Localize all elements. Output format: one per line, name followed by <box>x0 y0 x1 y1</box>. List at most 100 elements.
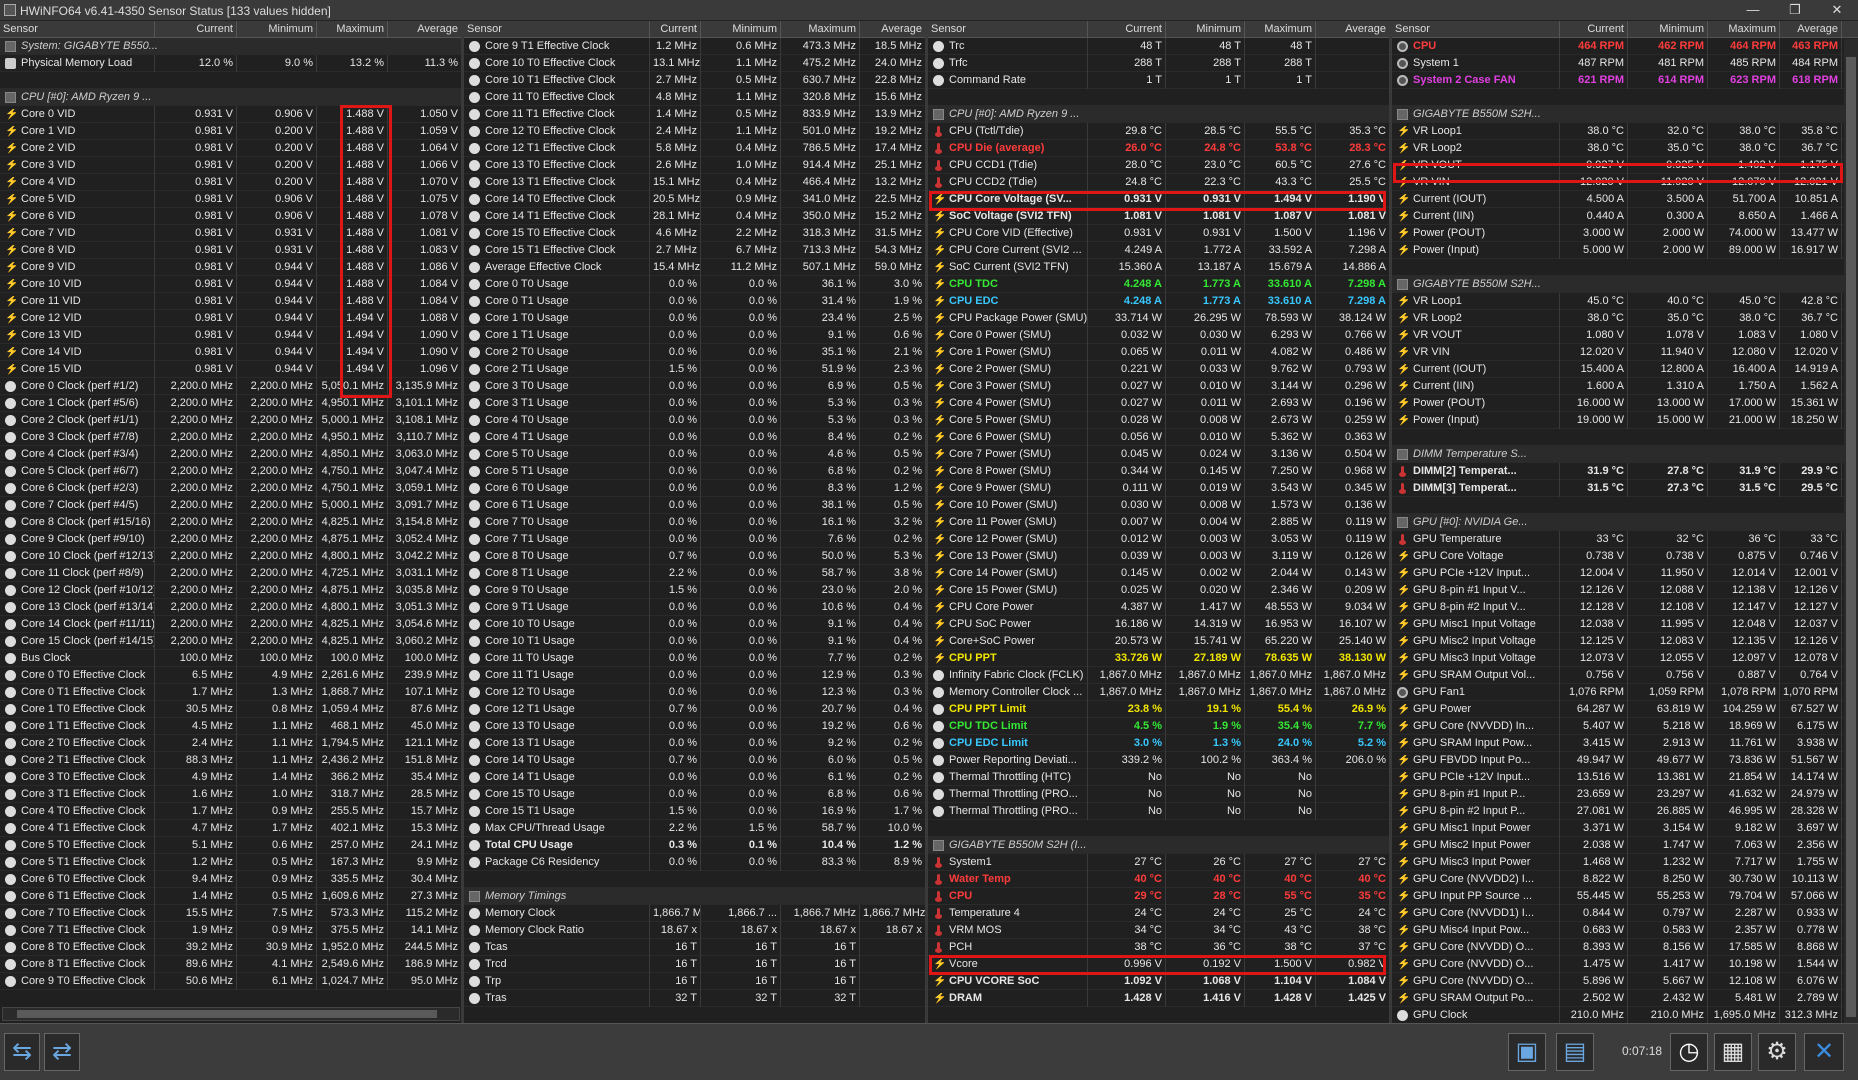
sensor-row[interactable]: GPU Misc1 Input Voltage12.038 V11.995 V1… <box>1392 616 1858 633</box>
sensor-row[interactable]: Core 1 VID0.981 V0.200 V1.488 V1.059 V <box>0 123 461 140</box>
sensor-row[interactable]: Core 14 Clock (perf #11/11) 2,200.0 MHz 2,… <box>0 616 461 633</box>
sensor-row[interactable]: Core 11 Clock (perf #8/9) 2,200.0 MHz 2,20… <box>0 565 461 582</box>
sensor-row[interactable]: Core 2 Power (SMU)0.221 W0.033 W9.762 W0… <box>928 361 1389 378</box>
sensor-row[interactable]: Water Temp 40 °C 40 °C 40 °C 40 °C <box>928 871 1389 888</box>
sensor-row[interactable]: Core 10 T1 Usage 0.0 % 0.0 % 9.1 % 0.4 % <box>464 633 925 650</box>
sensor-row[interactable]: GPU SRAM Output Po...2.502 W2.432 W5.481… <box>1392 990 1858 1007</box>
sensor-row[interactable]: Core 0 T0 Effective Clock 6.5 MHz 4.9 MHz 2… <box>0 667 461 684</box>
sensor-row[interactable]: Core 15 T0 Effective Clock 4.6 MHz 2.2 MHz… <box>464 225 925 242</box>
sensor-row[interactable]: GPU Power64.287 W63.819 W104.259 W67.527… <box>1392 701 1858 718</box>
sensor-row[interactable]: Core 5 T0 Usage 0.0 % 0.0 % 4.6 % 0.5 % <box>464 446 925 463</box>
sensor-row[interactable]: Memory Clock1,866.7 MHz1,866.7 ...1,866.… <box>464 905 925 922</box>
sensor-row[interactable]: Memory Controller Clock ... 1,867.0 MHz 1,… <box>928 684 1389 701</box>
network-icon[interactable]: ▣ <box>1508 1033 1546 1071</box>
sensor-row[interactable]: Package C6 Residency 0.0 % 0.0 % 83.3 % 8.9 … <box>464 854 925 871</box>
sensor-group-header[interactable]: GPU [#0]: NVIDIA Ge... <box>1392 514 1858 531</box>
sensor-row[interactable]: Core 13 T1 Effective Clock 15.1 MHz 0.4 MH… <box>464 174 925 191</box>
column-header-average[interactable]: Average <box>860 21 925 38</box>
column-header-current[interactable]: Current <box>650 21 701 38</box>
maximize-button[interactable]: ❐ <box>1774 0 1816 21</box>
column-header-maximum[interactable]: Maximum <box>781 21 860 38</box>
sensor-row[interactable]: Core 10 Power (SMU)0.030 W0.008 W1.573 W… <box>928 497 1389 514</box>
sensor-row[interactable]: System 1 487 RPM 481 RPM 485 RPM 484 RPM <box>1392 55 1858 72</box>
sensor-row[interactable]: Core 9 Clock (perf #9/10) 2,200.0 MHz 2,20… <box>0 531 461 548</box>
sensor-row[interactable]: Core 2 VID0.981 V0.200 V1.488 V1.064 V <box>0 140 461 157</box>
sensor-row[interactable]: Core 13 T1 Usage 0.0 % 0.0 % 9.2 % 0.2 % <box>464 735 925 752</box>
monitor-icon[interactable]: ▤ <box>1556 1033 1594 1071</box>
scrollbar-thumb[interactable] <box>17 1010 437 1018</box>
sensor-row[interactable]: Core 15 Power (SMU)0.025 W0.020 W2.346 W… <box>928 582 1389 599</box>
sensor-row[interactable]: CPU Core VID (Effective)0.931 V0.931 V1.… <box>928 225 1389 242</box>
sensor-row[interactable]: GPU 8-pin #1 Input P...23.659 W23.297 W4… <box>1392 786 1858 803</box>
sensor-row[interactable]: GPU PCIe +12V Input...13.516 W13.381 W21… <box>1392 769 1858 786</box>
column-header-average[interactable]: Average <box>1780 21 1842 38</box>
sensor-row[interactable]: Core 3 VID0.981 V0.200 V1.488 V1.066 V <box>0 157 461 174</box>
sensor-row[interactable]: GPU Misc4 Input Pow...0.683 W0.583 W2.35… <box>1392 922 1858 939</box>
sensor-row[interactable]: Power (Input)5.000 W2.000 W89.000 W16.91… <box>1392 242 1858 259</box>
sensor-row[interactable]: Core 10 Clock (perf #12/13) 2,200.0 MHz 2,… <box>0 548 461 565</box>
sensor-row[interactable]: VR VOUT1.080 V1.078 V1.083 V1.080 V <box>1392 327 1858 344</box>
sensor-row[interactable]: GPU Core (NVVDD2) I...8.822 W8.250 W30.7… <box>1392 871 1858 888</box>
sensor-row[interactable]: GPU SRAM Output Vol...0.756 V0.756 V0.88… <box>1392 667 1858 684</box>
sensor-row[interactable]: Core 6 Power (SMU)0.056 W0.010 W5.362 W0… <box>928 429 1389 446</box>
sensor-row[interactable]: Core 8 Clock (perf #15/16) 2,200.0 MHz 2,2… <box>0 514 461 531</box>
sensor-row[interactable]: DIMM[2] Temperat... 31.9 °C 27.8 °C 31.9 °C… <box>1392 463 1858 480</box>
sensor-row[interactable]: CPU VCORE SoC1.092 V1.068 V1.104 V1.084 … <box>928 973 1389 990</box>
sensor-row[interactable]: GPU Core (NVVDD) O...5.896 W5.667 W12.10… <box>1392 973 1858 990</box>
sensor-row[interactable]: Core 6 VID0.981 V0.906 V1.488 V1.078 V <box>0 208 461 225</box>
sensor-row[interactable]: Core 9 T0 Effective Clock 50.6 MHz 6.1 MHz… <box>0 973 461 990</box>
sensor-row[interactable]: Core 15 T1 Effective Clock 2.7 MHz 6.7 MHz… <box>464 242 925 259</box>
sensor-row[interactable]: Core 15 VID0.981 V0.944 V1.494 V1.096 V <box>0 361 461 378</box>
sensor-row[interactable]: Power Reporting Deviati... 339.2 % 100.2 %… <box>928 752 1389 769</box>
sensor-row[interactable]: Core 12 Clock (perf #10/12) 2,200.0 MHz 2,… <box>0 582 461 599</box>
sensor-row[interactable]: Core 11 T0 Effective Clock 4.8 MHz 1.1 MHz… <box>464 89 925 106</box>
sensor-row[interactable]: Core 9 Power (SMU)0.111 W0.019 W3.543 W0… <box>928 480 1389 497</box>
sensor-row[interactable]: Core 8 Power (SMU)0.344 W0.145 W7.250 W0… <box>928 463 1389 480</box>
sensor-row[interactable]: Core 1 T1 Effective Clock 4.5 MHz 1.1 MHz 4… <box>0 718 461 735</box>
column-header-sensor[interactable]: Sensor <box>0 21 155 38</box>
sensor-row[interactable]: VR VIN12.020 V11.940 V12.080 V12.020 V <box>1392 344 1858 361</box>
sensor-row[interactable]: GPU Misc1 Input Power3.371 W3.154 W9.182… <box>1392 820 1858 837</box>
sensor-row[interactable]: GPU Input PP Source ...55.445 W55.253 W7… <box>1392 888 1858 905</box>
gear-icon[interactable]: ⚙ <box>1758 1033 1796 1071</box>
sensor-row[interactable]: CPU Core Voltage (SV...0.931 V0.931 V1.4… <box>928 191 1389 208</box>
sensor-row[interactable]: Core 0 Clock (perf #1/2) 2,200.0 MHz 2,200… <box>0 378 461 395</box>
sensor-row[interactable]: Core 6 T1 Effective Clock 1.4 MHz 0.5 MHz 1… <box>0 888 461 905</box>
sensor-row[interactable]: CPU Package Power (SMU)33.714 W26.295 W7… <box>928 310 1389 327</box>
sensor-row[interactable]: GPU PCIe +12V Input...12.004 V11.950 V12… <box>1392 565 1858 582</box>
sensor-row[interactable]: Core 4 T0 Usage 0.0 % 0.0 % 5.3 % 0.3 % <box>464 412 925 429</box>
sensor-row[interactable]: Core 11 VID0.981 V0.944 V1.488 V1.084 V <box>0 293 461 310</box>
sensor-row[interactable]: Trfc 288 T 288 T 288 T <box>928 55 1389 72</box>
sensor-row[interactable]: Core 9 T0 Usage 1.5 % 0.0 % 23.0 % 2.0 % <box>464 582 925 599</box>
sensor-row[interactable]: CPU EDC Limit 3.0 % 1.3 % 24.0 % 5.2 % <box>928 735 1389 752</box>
sensor-row[interactable]: DRAM1.428 V1.416 V1.428 V1.425 V <box>928 990 1389 1007</box>
sensor-row[interactable]: Core 8 T1 Usage 2.2 % 0.0 % 58.7 % 3.8 % <box>464 565 925 582</box>
sensor-group-header[interactable]: CPU [#0]: AMD Ryzen 9 ... <box>928 106 1389 123</box>
sensor-group-header[interactable]: DIMM Temperature S... <box>1392 446 1858 463</box>
sensor-row[interactable]: Core 15 Clock (perf #14/15) 2,200.0 MHz 2,… <box>0 633 461 650</box>
sensor-row[interactable]: Core 4 T0 Effective Clock 1.7 MHz 0.9 MHz 2… <box>0 803 461 820</box>
sensor-row[interactable]: Memory Clock Ratio 18.67 x 18.67 x 18.67 x1… <box>464 922 925 939</box>
column-header[interactable]: Sensor Current Minimum Maximum Average <box>0 21 461 38</box>
sensor-row[interactable]: GPU SRAM Input Pow...3.415 W2.913 W11.76… <box>1392 735 1858 752</box>
sensor-row[interactable]: Tras 32 T 32 T 32 T <box>464 990 925 1007</box>
sensor-row[interactable]: CPU (Tctl/Tdie) 29.8 °C 28.5 °C 55.5 °C 35.3… <box>928 123 1389 140</box>
column-header-average[interactable]: Average <box>388 21 461 38</box>
sensor-row[interactable]: Core 1 Clock (perf #5/6) 2,200.0 MHz 2,200… <box>0 395 461 412</box>
column-header-minimum[interactable]: Minimum <box>1166 21 1245 38</box>
sensor-row[interactable]: Power (Input)19.000 W15.000 W21.000 W18.… <box>1392 412 1858 429</box>
sensor-row[interactable]: Current (IOUT)4.500 A3.500 A51.700 A10.8… <box>1392 191 1858 208</box>
sensor-row[interactable]: GPU Misc3 Input Power1.468 W1.232 W7.717… <box>1392 854 1858 871</box>
sensor-row[interactable]: CPU 29 °C 28 °C 55 °C 35 °C <box>928 888 1389 905</box>
sensor-row[interactable]: Core 2 T1 Effective Clock 88.3 MHz 1.1 MHz… <box>0 752 461 769</box>
sensor-row[interactable]: GPU 8-pin #1 Input V...12.126 V12.088 V1… <box>1392 582 1858 599</box>
sensor-row[interactable]: Core 2 Clock (perf #1/1) 2,200.0 MHz 2,200… <box>0 412 461 429</box>
sensor-row[interactable]: Core 10 VID0.981 V0.944 V1.488 V1.084 V <box>0 276 461 293</box>
horizontal-scrollbar[interactable] <box>2 1007 460 1021</box>
sensor-row[interactable]: Current (IOUT)15.400 A12.800 A16.400 A14… <box>1392 361 1858 378</box>
sensor-row[interactable]: Infinity Fabric Clock (FCLK) 1,867.0 MHz 1… <box>928 667 1389 684</box>
column-header-current[interactable]: Current <box>1088 21 1166 38</box>
sensor-row[interactable]: VR Loop238.0 °C35.0 °C38.0 °C36.7 °C <box>1392 310 1858 327</box>
sensor-row[interactable]: Core 12 Power (SMU)0.012 W0.003 W3.053 W… <box>928 531 1389 548</box>
sensor-row[interactable]: Current (IIN)1.600 A1.310 A1.750 A1.562 … <box>1392 378 1858 395</box>
